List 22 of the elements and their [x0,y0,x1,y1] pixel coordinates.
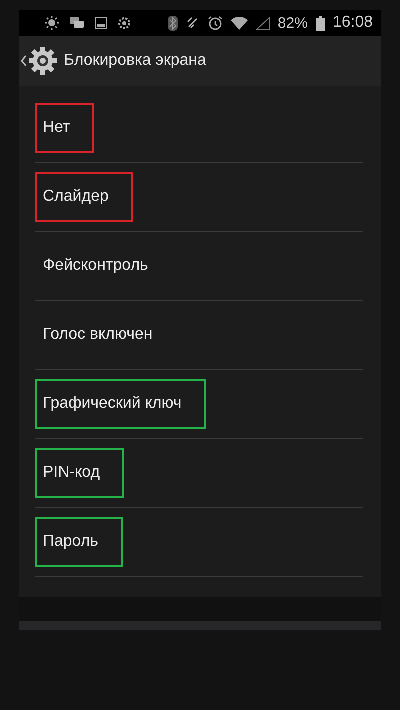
lock-option[interactable]: Нет [35,103,94,153]
clock-time: 16:08 [332,14,373,32]
wifi-icon [230,16,248,30]
battery-percent: 82% [278,14,308,32]
lock-option[interactable]: PIN-код [35,448,124,498]
image-icon [95,17,107,29]
gear-icon [118,16,131,30]
lock-option[interactable]: Слайдер [35,172,133,222]
lock-option[interactable]: Пароль [35,517,123,567]
bluetooth-icon [168,16,178,30]
lock-option[interactable]: Голос включен [35,310,163,360]
lock-option[interactable]: Графический ключ [35,379,206,429]
settings-icon [28,46,58,76]
lock-option[interactable]: Фейсконтроль [35,241,158,291]
signal-icon [256,16,270,30]
screen-title: Блокировка экрана [64,52,206,70]
back-button[interactable] [21,46,58,76]
back-icon [21,55,27,67]
sun-icon [45,16,59,30]
chat-icon [70,16,84,30]
battery-icon [316,16,325,30]
alarm-icon [208,16,223,30]
